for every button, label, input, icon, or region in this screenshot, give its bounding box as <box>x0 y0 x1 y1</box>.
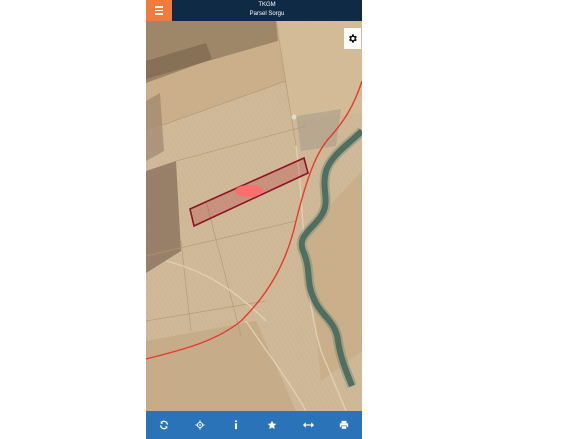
locate-icon <box>195 420 205 430</box>
page-subtitle: Parsel Sorgu <box>249 11 285 17</box>
print-icon <box>339 420 349 430</box>
top-bar: TKGM Parsel Sorgu <box>146 0 362 21</box>
gear-icon <box>349 34 357 43</box>
gray-patch <box>296 109 341 151</box>
refresh-icon <box>160 420 168 430</box>
menu-button[interactable] <box>146 0 172 21</box>
app-title: TKGM <box>258 2 276 8</box>
favorite-button[interactable] <box>257 411 287 439</box>
bottom-toolbar <box>146 411 362 439</box>
info-icon <box>234 420 238 430</box>
mobile-app-frame: TKGM Parsel Sorgu <box>146 0 362 439</box>
satellite-map[interactable] <box>146 21 362 411</box>
measure-icon <box>302 422 314 428</box>
title-block: TKGM Parsel Sorgu <box>172 1 362 19</box>
map-point <box>291 114 297 120</box>
bottom-texture <box>146 321 306 411</box>
hamburger-menu-icon <box>155 6 163 8</box>
settings-button[interactable] <box>344 28 361 49</box>
locate-button[interactable] <box>185 411 215 439</box>
refresh-button[interactable] <box>149 411 179 439</box>
info-button[interactable] <box>221 411 251 439</box>
measure-button[interactable] <box>293 411 323 439</box>
location-marker[interactable] <box>235 185 263 197</box>
print-button[interactable] <box>329 411 359 439</box>
star-icon <box>267 420 277 429</box>
